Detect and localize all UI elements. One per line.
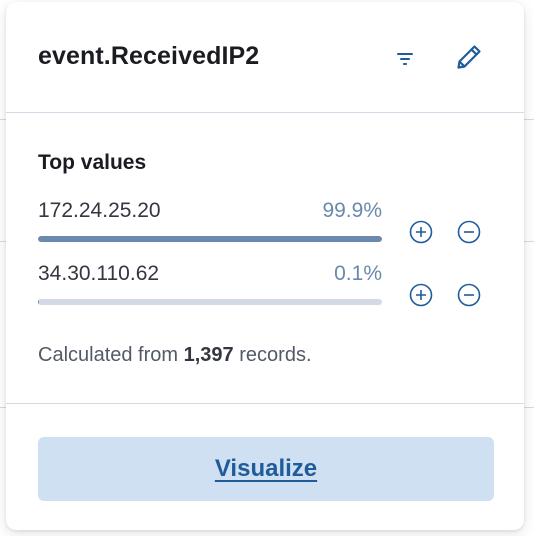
plus-in-circle-icon (409, 283, 433, 307)
minus-in-circle-icon (457, 283, 481, 307)
filter-for-value-button[interactable] (408, 282, 434, 308)
footnote-prefix: Calculated from (38, 344, 179, 366)
filter-out-value-button[interactable] (456, 282, 482, 308)
minus-in-circle-icon (457, 220, 481, 244)
top-value-percent: 99.9% (322, 199, 382, 222)
top-values-section: Top values 172.24.25.20 99.9% 34.30.110.… (6, 113, 524, 404)
popover-header: event.ReceivedIP2 (6, 2, 524, 113)
records-count: 1,397 (183, 344, 234, 366)
top-value-percent: 0.1% (334, 262, 382, 285)
visualize-label: Visualize (214, 455, 318, 482)
records-footnote: Calculated from 1,397 records. (38, 344, 312, 367)
filter-out-value-button[interactable] (456, 219, 482, 245)
field-name-title: event.ReceivedIP2 (38, 42, 260, 70)
visualize-button[interactable]: Visualize (38, 437, 494, 501)
filter-button[interactable] (388, 42, 422, 76)
field-popover: event.ReceivedIP2 Top values 172.24.25.2… (6, 2, 524, 530)
top-values-heading: Top values (38, 151, 147, 174)
popover-footer: Visualize (6, 404, 524, 530)
pencil-icon (457, 45, 481, 69)
plus-in-circle-icon (409, 220, 433, 244)
top-value-bar-track (38, 299, 382, 305)
filter-icon (397, 53, 413, 65)
top-value-bar-track (38, 236, 382, 242)
top-value-row: 172.24.25.20 99.9% (38, 199, 508, 259)
top-value-row: 34.30.110.62 0.1% (38, 262, 508, 322)
filter-for-value-button[interactable] (408, 219, 434, 245)
top-value-bar-fill (38, 236, 382, 242)
footnote-suffix: records. (239, 344, 312, 366)
edit-field-button[interactable] (452, 40, 486, 74)
